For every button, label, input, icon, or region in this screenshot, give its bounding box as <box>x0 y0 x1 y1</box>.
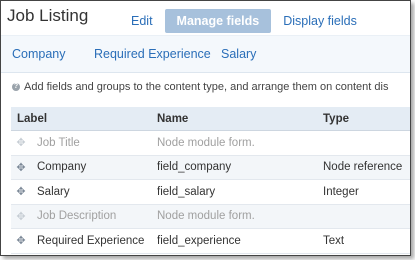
row-type: Node reference <box>323 155 410 180</box>
drag-handle-icon[interactable]: ✥ <box>15 161 27 174</box>
row-type: Text <box>323 228 410 254</box>
table-row: ✥ Job Description Node module form. <box>11 204 410 229</box>
table-row: ✥ Salary field_salary Integer <box>11 179 410 205</box>
row-label: Company <box>37 161 87 174</box>
tab-edit[interactable]: Edit <box>119 9 165 33</box>
subtab-company[interactable]: Company <box>12 47 66 61</box>
column-header-name: Name <box>157 107 323 131</box>
help-icon: ? <box>12 83 20 91</box>
subtab-required-experience[interactable]: Required Experience <box>94 47 211 61</box>
table-header-row: Label Name Type <box>11 107 410 131</box>
row-label: Required Experience <box>37 234 145 247</box>
secondary-tabs: Company Required Experience Salary <box>1 35 410 73</box>
tab-manage-fields[interactable]: Manage fields <box>164 9 272 33</box>
row-label: Job Description <box>37 210 117 223</box>
column-header-label: Label <box>11 107 157 131</box>
help-message: ? Add fields and groups to the content t… <box>12 81 388 93</box>
row-type: Integer <box>323 179 410 205</box>
row-name: Node module form. <box>157 204 323 229</box>
drag-handle-icon[interactable]: ✥ <box>15 136 27 149</box>
row-type <box>323 204 410 229</box>
primary-tabs: Edit Manage fields Display fields <box>119 9 369 33</box>
row-label: Job Title <box>37 136 80 149</box>
table-row: ✥ Job Title Node module form. <box>11 130 410 156</box>
page-title: Job Listing <box>7 6 89 25</box>
row-name: field_company <box>157 155 323 180</box>
table-row: ✥ Required Experience field_experience Te… <box>11 228 410 254</box>
help-text: Add fields and groups to the content typ… <box>24 81 389 93</box>
row-type <box>323 130 410 156</box>
row-label: Salary <box>37 185 70 198</box>
window-frame: Job Listing Edit Manage fields Display f… <box>0 0 411 256</box>
subtab-salary[interactable]: Salary <box>221 47 256 61</box>
table-row: ✥ Company field_company Node reference <box>11 155 410 180</box>
row-name: field_experience <box>157 228 323 254</box>
drag-handle-icon[interactable]: ✥ <box>15 210 27 223</box>
row-name: Node module form. <box>157 130 323 156</box>
fields-table: Label Name Type ✥ Job Title Node module f… <box>11 107 410 254</box>
row-name: field_salary <box>157 179 323 205</box>
drag-handle-icon[interactable]: ✥ <box>15 234 27 247</box>
drag-handle-icon[interactable]: ✥ <box>15 185 27 198</box>
tab-display-fields[interactable]: Display fields <box>271 9 369 33</box>
column-header-type: Type <box>323 107 410 131</box>
